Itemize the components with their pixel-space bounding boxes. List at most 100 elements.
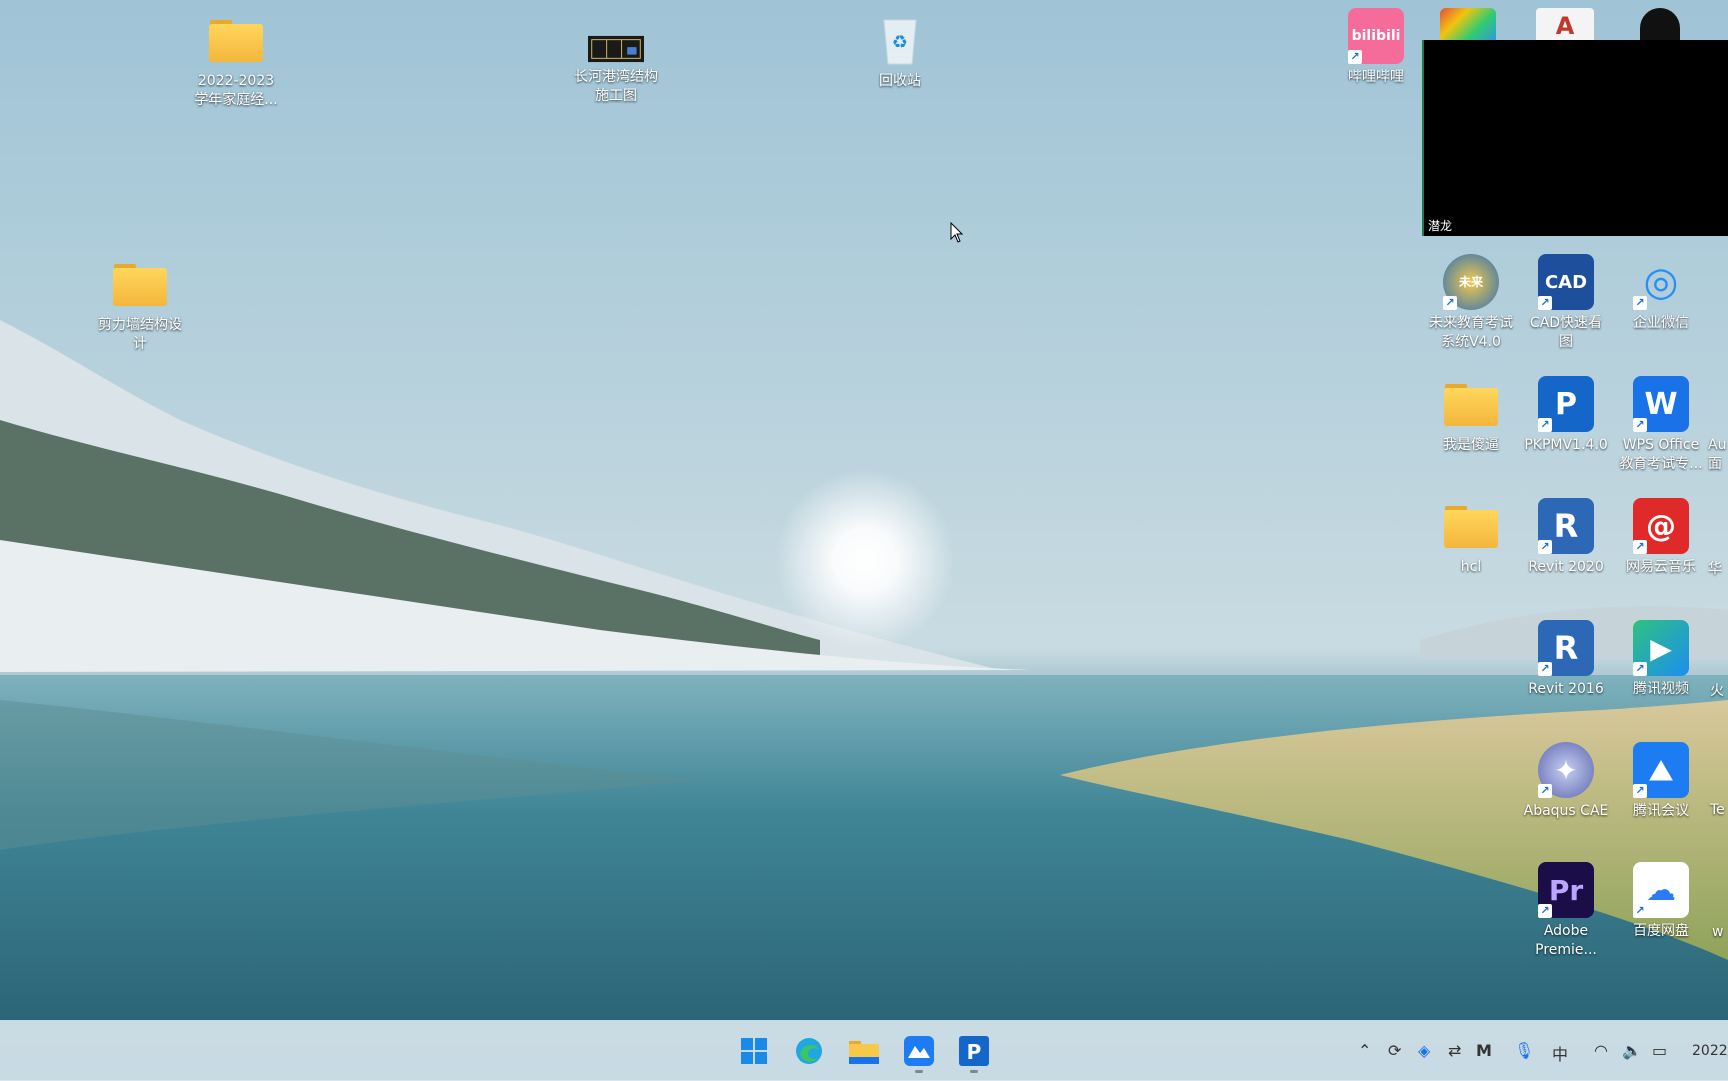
desktop-icon-folder-hcl[interactable]: hcl: [1423, 498, 1519, 577]
desktop-icon-wecom[interactable]: ◎ ↗ 企业微信: [1613, 254, 1709, 333]
layers-tray-icon[interactable]: ◈: [1418, 1041, 1430, 1060]
edge-icon: [796, 1038, 822, 1064]
pkpm-button[interactable]: P: [954, 1031, 994, 1073]
desktop-icon-label: 施工图: [595, 88, 637, 104]
folder-icon: [849, 1041, 879, 1064]
desktop-icon-label: 我是傻逼: [1443, 437, 1499, 453]
desktop-icon-label: 剪力墙结构设: [98, 317, 182, 333]
baidu-netdisk-icon: ☁ ↗: [1633, 862, 1689, 918]
svg-text:♻: ♻: [892, 32, 908, 53]
desktop-icon-abaqus[interactable]: ✦ ↗ Abaqus CAE: [1518, 742, 1614, 821]
desktop-icon-label: 图: [1559, 334, 1573, 350]
desktop-icon-label: Revit 2016: [1528, 681, 1604, 697]
desktop-icon-label: 百度网盘: [1633, 923, 1689, 939]
folder-icon: [112, 256, 168, 312]
revit-icon: R ↗: [1538, 498, 1594, 554]
desktop-icon-future-education[interactable]: 未来 ↗ 未来教育考试 系统V4.0: [1423, 254, 1519, 352]
ime-indicator[interactable]: 中: [1552, 1041, 1568, 1065]
desktop-icon-blueprint[interactable]: 长河港湾结构 施工图: [568, 34, 664, 106]
desktop-icon-wps[interactable]: W ↗ WPS Office 教育考试专...: [1613, 376, 1709, 474]
desktop-icon-folder-shear-wall[interactable]: 剪力墙结构设 计: [92, 256, 188, 354]
tencent-meeting-button[interactable]: [899, 1031, 939, 1073]
abaqus-icon: ✦ ↗: [1538, 742, 1594, 798]
desktop-icon-label: Premie...: [1535, 942, 1597, 958]
netease-music-icon: @ ↗: [1633, 498, 1689, 554]
sync-tray-icon[interactable]: ⟳: [1388, 1041, 1401, 1060]
tencent-meeting-icon: [904, 1036, 934, 1066]
desktop-icon-label: 企业微信: [1633, 315, 1689, 331]
tencent-video-icon: ▶ ↗: [1633, 620, 1689, 676]
clock[interactable]: 2022/: [1692, 1043, 1728, 1059]
windows-icon: [741, 1038, 767, 1064]
desktop-icon-tencent-video[interactable]: ▶ ↗ 腾讯视频: [1613, 620, 1709, 699]
desktop-icon-revit-2020[interactable]: R ↗ Revit 2020: [1518, 498, 1614, 577]
file-explorer-button[interactable]: [844, 1031, 884, 1071]
edge-button[interactable]: [789, 1031, 829, 1071]
revit-icon: R ↗: [1538, 620, 1594, 676]
recycle-bin-icon: ♻: [872, 12, 928, 68]
desktop-icon-label: CAD快速看: [1529, 315, 1603, 331]
wps-icon: W ↗: [1633, 376, 1689, 432]
video-overlay-panel[interactable]: 潜龙: [1422, 40, 1728, 236]
show-hidden-icons-chevron-up-icon[interactable]: ⌃: [1358, 1041, 1371, 1060]
desktop-icon-label: 腾讯视频: [1633, 681, 1689, 697]
svg-text:P: P: [967, 1040, 982, 1064]
wifi-icon[interactable]: ◠: [1594, 1041, 1608, 1060]
mouse-cursor-icon: [950, 221, 964, 248]
wecom-icon: ◎ ↗: [1633, 254, 1689, 310]
desktop-icon-cad-viewer[interactable]: CAD ↗ CAD快速看 图: [1518, 254, 1614, 352]
shortcut-arrow-icon: ↗: [1348, 50, 1362, 64]
microphone-icon[interactable]: 🎙: [1514, 1041, 1534, 1060]
desktop-icon-label: 2022-2023: [197, 73, 275, 89]
desktop-icon-premiere[interactable]: Pr ↗ Adobe Premie...: [1518, 862, 1614, 960]
bilibili-icon: bilibili ↗: [1348, 8, 1404, 64]
app-tray-icon[interactable]: M: [1476, 1041, 1492, 1060]
desktop-icon-tencent-meeting[interactable]: ⛰ ↗ 腾讯会议: [1613, 742, 1709, 821]
folder-icon: [1443, 376, 1499, 432]
video-overlay-name: 潜龙: [1428, 219, 1453, 233]
desktop-icon-label: 未来教育考试: [1429, 315, 1513, 331]
pkpm-icon: P ↗: [1538, 376, 1594, 432]
desktop-icon-baidu-netdisk[interactable]: ☁ ↗ 百度网盘: [1613, 862, 1709, 941]
partial-icon-label[interactable]: Te: [1710, 802, 1725, 818]
colorful-app-icon[interactable]: [1440, 8, 1496, 40]
blueprint-image-icon: [588, 34, 644, 64]
desktop-icon-folder-2022[interactable]: 2022-2023 学年家庭经...: [188, 12, 284, 110]
desktop-icon-label: PKPMV1.4.0: [1524, 437, 1608, 453]
desktop-icon-label: 教育考试专...: [1619, 456, 1703, 472]
desktop-icon-revit-2016[interactable]: R ↗ Revit 2016: [1518, 620, 1614, 699]
desktop-icon-label: Abaqus CAE: [1523, 803, 1609, 819]
desktop-icon-pkpm[interactable]: P ↗ PKPMV1.4.0: [1518, 376, 1614, 455]
desktop-icon-netease-music[interactable]: @ ↗ 网易云音乐: [1613, 498, 1709, 577]
partial-icon-label[interactable]: w: [1712, 924, 1723, 940]
desktop-icon-label: 回收站: [879, 73, 921, 89]
folder-icon: [208, 12, 264, 68]
desktop-icon-label: 哔哩哔哩: [1348, 69, 1404, 85]
start-button[interactable]: [734, 1031, 774, 1071]
future-education-icon: 未来 ↗: [1443, 254, 1499, 310]
running-indicator: [970, 1070, 978, 1073]
desktop-icon-label: hcl: [1460, 559, 1482, 575]
tencent-meeting-icon: ⛰ ↗: [1633, 742, 1689, 798]
partial-icon-label[interactable]: 华: [1708, 558, 1722, 578]
qq-icon[interactable]: [1640, 8, 1680, 40]
desktop-icon-bilibili[interactable]: bilibili ↗ 哔哩哔哩: [1328, 8, 1424, 87]
autocad-icon[interactable]: A: [1536, 8, 1594, 40]
partial-icon-label[interactable]: Au 面: [1708, 436, 1726, 474]
desktop-icon-label: Adobe: [1543, 923, 1589, 939]
partial-label: 面: [1708, 456, 1722, 472]
desktop-icon-recycle-bin[interactable]: ♻ 回收站: [852, 12, 948, 91]
partial-icon-label[interactable]: 火: [1710, 680, 1724, 700]
partial-label: Au: [1708, 437, 1727, 453]
desktop-icon-label: 长河港湾结构: [574, 69, 658, 85]
desktop-icon-label: 系统V4.0: [1441, 334, 1501, 350]
folder-icon: [1443, 498, 1499, 554]
running-indicator: [915, 1070, 923, 1073]
desktop-icon-label: 学年家庭经...: [194, 92, 278, 108]
desktop-icon-folder-3[interactable]: 我是傻逼: [1423, 376, 1519, 455]
pkpm-icon: P: [959, 1036, 989, 1066]
transfer-tray-icon[interactable]: ⇄: [1448, 1041, 1461, 1060]
volume-icon[interactable]: 🔈: [1622, 1041, 1642, 1060]
premiere-icon: Pr ↗: [1538, 862, 1594, 918]
battery-icon[interactable]: ▭: [1652, 1041, 1667, 1060]
